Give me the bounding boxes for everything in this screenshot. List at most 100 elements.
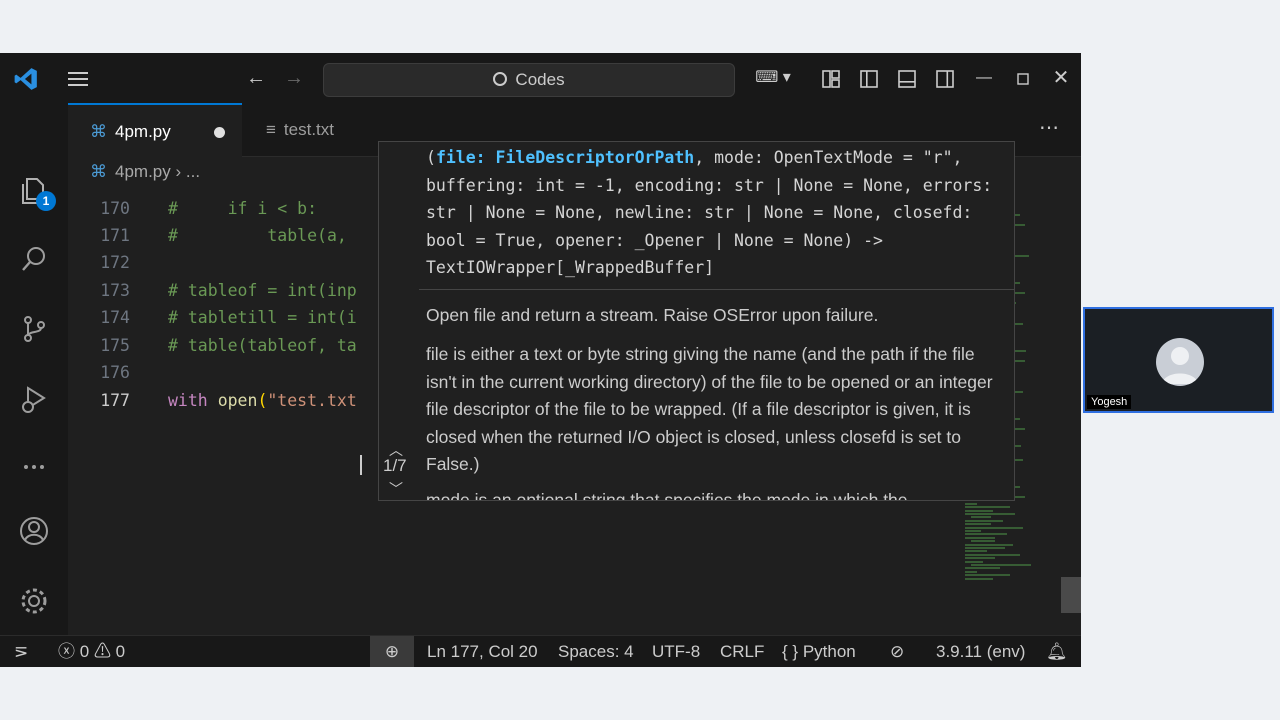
remote-icon[interactable]: ⋝ (14, 636, 28, 667)
line-text: # if i < b: (168, 199, 318, 218)
minimap-line (971, 564, 1031, 566)
keyword-token: with (168, 391, 208, 410)
vscode-logo-icon (10, 53, 42, 103)
cursor-position[interactable]: Ln 177, Col 20 (427, 636, 538, 667)
problems-indicator[interactable]: ⓧ 0 ⚠ 0 (58, 636, 125, 667)
close-icon[interactable]: ✕ (1048, 53, 1074, 103)
minimap-line (965, 519, 1003, 522)
line-text: # tabletill = int(i (168, 308, 357, 327)
python-file-icon: ⌘ (90, 122, 107, 141)
minimize-icon[interactable]: — (970, 53, 998, 103)
unsaved-changes-dot[interactable] (214, 127, 225, 138)
settings-gear-icon[interactable] (0, 573, 68, 629)
divider (419, 289, 1014, 290)
line-text: # tableof = int(inp (168, 281, 357, 300)
line-number: 173 (100, 281, 130, 300)
doc-summary: Open file and return a stream. Raise OSE… (426, 305, 879, 325)
signature-rest: , mode: OpenTextMode = "r", buffering: i… (426, 148, 1003, 277)
breadcrumb-file[interactable]: 4pm.py (115, 162, 171, 181)
participant-video-tile: Yogesh (1083, 307, 1274, 413)
forward-icon[interactable]: → (280, 53, 308, 103)
python-interpreter[interactable]: 3.9.11 (env) (936, 636, 1025, 667)
end-of-line[interactable]: CRLF (720, 636, 764, 667)
minimap-line (965, 553, 1020, 556)
line-number: 175 (100, 336, 130, 355)
file-encoding[interactable]: UTF-8 (652, 636, 700, 667)
layout-icon[interactable] (818, 53, 844, 103)
search-icon (493, 72, 508, 86)
tab-test-txt[interactable]: ≡ test.txt (244, 103, 384, 157)
editor-scrollbar-thumb[interactable] (1061, 577, 1081, 613)
line-number: 171 (100, 226, 130, 245)
avatar (1156, 338, 1204, 386)
signature-navigator: ︿ 1/7 ﹀ (379, 142, 419, 500)
line-text: # table(tableof, ta (168, 336, 357, 355)
menu-icon[interactable] (64, 53, 92, 103)
minimap-line (965, 513, 1015, 515)
toggle-panel-icon[interactable] (894, 53, 920, 103)
run-debug-icon[interactable] (0, 371, 68, 427)
python-file-icon: ⌘ (90, 162, 107, 181)
signature-open-paren: ( (426, 148, 436, 167)
minimap-line (971, 516, 991, 519)
back-icon[interactable]: ← (242, 53, 270, 103)
minimap-line (965, 536, 995, 539)
toggle-sidebar-icon[interactable] (856, 53, 882, 103)
string-token: "test.txt (267, 391, 357, 410)
mouse-ibeam (360, 455, 362, 475)
language-label: Python (802, 642, 856, 661)
copilot-icon[interactable]: ⌨ ▾ (750, 53, 796, 103)
line-text: with open("test.txt (168, 387, 357, 414)
zoom-icon[interactable]: ⊕ (370, 636, 414, 667)
minimap-line (965, 523, 991, 526)
tab-label: 4pm.py (115, 122, 171, 141)
line-number: 176 (100, 363, 130, 382)
error-count: 0 (79, 642, 90, 661)
minimap-line (965, 560, 983, 563)
more-views-icon[interactable] (0, 439, 68, 495)
overload-counter: 1/7 (383, 456, 407, 475)
braces-icon: { } (782, 642, 799, 661)
minimap-line (965, 557, 995, 560)
line-text: # table(a, (168, 226, 347, 245)
minimap-line (965, 567, 1000, 570)
minimap-line (965, 543, 1013, 546)
minimap-line (965, 570, 977, 573)
function-signature: (file: FileDescriptorOrPath, mode: OpenT… (426, 144, 1008, 282)
minimap-line (965, 530, 981, 532)
minimap-line (965, 574, 1010, 577)
copilot-status-icon[interactable]: ⊘ (890, 636, 904, 667)
explorer-icon[interactable] (0, 163, 68, 219)
tab-4pm-py[interactable]: ⌘ 4pm.py (68, 103, 242, 157)
error-icon: ⓧ (58, 642, 75, 661)
signature-help-popup: ︿ 1/7 ﹀ (file: FileDescriptorOrPath, mod… (378, 141, 1015, 501)
maximize-icon[interactable] (1010, 53, 1036, 103)
breadcrumb-symbols[interactable]: ... (186, 162, 200, 181)
warning-count: 0 (115, 642, 126, 661)
notifications-bell-icon[interactable]: 🔔︎ (1046, 636, 1068, 667)
command-center-search[interactable]: Codes (323, 63, 735, 97)
chevron-down-icon[interactable]: ﹀ (389, 479, 403, 499)
chevron-right-icon: › (175, 162, 186, 181)
search-label: Codes (515, 70, 565, 89)
more-actions-icon[interactable]: ⋯ (1039, 103, 1059, 153)
participant-name: Yogesh (1087, 395, 1132, 409)
indentation[interactable]: Spaces: 4 (558, 636, 634, 667)
accounts-icon[interactable] (0, 503, 68, 559)
vscode-window: ← → Codes ⌨ ▾ — ✕ 1 ⌘ 4pm.py ≡ test.txt … (0, 53, 1081, 667)
language-mode[interactable]: { } Python (782, 636, 856, 667)
doc-body: file is either a text or byte string giv… (426, 344, 993, 474)
paren-token: ( (257, 391, 268, 410)
search-icon[interactable] (0, 231, 68, 287)
doc-continued: mode is an optional string that specifie… (426, 490, 908, 501)
line-number: 174 (100, 308, 130, 327)
tab-label: test.txt (283, 120, 334, 139)
source-control-icon[interactable] (0, 301, 68, 357)
line-number: 172 (100, 253, 130, 272)
function-token: open (217, 391, 258, 410)
toggle-secondary-sidebar-icon[interactable] (932, 53, 958, 103)
warning-icon: ⚠ (93, 642, 111, 661)
status-bar: ⋝ ⓧ 0 ⚠ 0 ⊕ Ln 177, Col 20 Spaces: 4 UTF… (0, 635, 1081, 667)
text-file-icon: ≡ (266, 120, 276, 139)
line-number: 170 (100, 199, 130, 218)
